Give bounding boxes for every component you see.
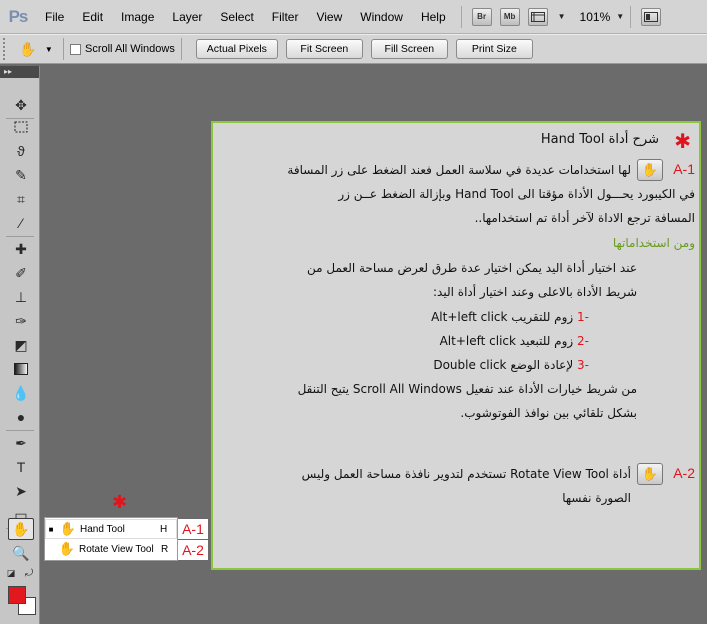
checkbox-box[interactable]	[70, 43, 81, 55]
menu-image[interactable]: Image	[112, 0, 163, 34]
foreground-color-swatch[interactable]	[8, 586, 26, 604]
star-marker-icon: ✱	[112, 492, 128, 512]
chevron-down-icon: ▼	[44, 44, 53, 54]
use-item-3: -3 لإعادة الوضع Double click	[433, 358, 589, 372]
tools-panel-header[interactable]: ▸▸	[0, 66, 39, 78]
chevron-down-icon[interactable]: ▼	[558, 12, 566, 21]
menu-separator	[630, 5, 632, 28]
menu-help[interactable]: Help	[412, 0, 455, 34]
options-separator	[63, 38, 64, 60]
hand-tool-icon: ✋	[637, 159, 663, 181]
flyout-item-rotate-view-tool[interactable]: ✋ Rotate View Tool R	[45, 539, 177, 559]
crop-tool-icon[interactable]: ⌗	[8, 188, 34, 210]
tag-a1: A-1	[673, 161, 695, 177]
scroll-line-1: من شريط خيارات الأداة عند تفعيل Scroll A…	[297, 382, 637, 396]
rotate-view-tool-icon: ✋	[637, 463, 663, 485]
a1-line-2: في الكيبورد يحـــول الأداة مؤقتا الى Han…	[338, 187, 695, 201]
a2-line-1: أداة Rotate View Tool تستخدم لتدوير نافذ…	[301, 467, 631, 481]
chevron-down-icon[interactable]: ▼	[616, 12, 624, 21]
menu-file[interactable]: File	[36, 0, 73, 34]
eraser-tool-icon[interactable]: ◩	[8, 334, 34, 356]
zoom-level[interactable]: 101%	[580, 10, 611, 24]
a1-line-3: المسافة ترجع الاداة لآخر أداة تم استخدام…	[474, 211, 695, 225]
options-bar: ✋ ▼ Scroll All Windows Actual Pixels Fit…	[0, 34, 707, 64]
hand-tool-flyout: ■ ✋ Hand Tool H ✋ Rotate View Tool R	[44, 517, 178, 561]
mini-bridge-button[interactable]: Mb	[499, 7, 520, 26]
a2-line-2: الصورة نفسها	[562, 491, 631, 505]
dodge-tool-icon[interactable]: ●	[8, 406, 34, 428]
explanation-panel: ✱ شرح أداة Hand Tool A-1 ✋ لها استخدامات…	[211, 121, 701, 570]
use-item-2: -2 زوم للتبعيد Alt+left click	[439, 334, 589, 348]
menu-view[interactable]: View	[307, 0, 351, 34]
menu-select[interactable]: Select	[211, 0, 262, 34]
tools-panel: ▸▸ ✥ ϑ ✎ ⌗ ⁄ ✚ ✐ ⊥ ✑ ◩ 💧 ● ✒ T ➤ ▭ ✋ 🔍 ◪…	[0, 66, 40, 624]
lasso-tool-icon[interactable]: ϑ	[8, 140, 34, 162]
eyedropper-tool-icon[interactable]: ⁄	[8, 212, 34, 234]
uses-intro-2: شريط الأداة بالاعلى وعند اختيار أداة الي…	[433, 285, 637, 299]
type-tool-icon[interactable]: T	[8, 456, 34, 478]
scroll-all-windows-checkbox[interactable]: Scroll All Windows	[70, 43, 175, 55]
print-size-button[interactable]: Print Size	[455, 39, 533, 59]
view-extras-icon[interactable]	[527, 7, 548, 26]
marquee-tool-icon[interactable]	[8, 116, 34, 138]
hand-icon: ✋	[59, 521, 77, 536]
rotate-hand-icon: ✋	[58, 541, 76, 556]
hand-icon: ✋	[19, 40, 37, 57]
options-separator	[180, 38, 182, 60]
bridge-button[interactable]: Br	[471, 7, 492, 26]
fit-screen-button[interactable]: Fit Screen	[285, 39, 363, 59]
pen-tool-icon[interactable]: ✒	[8, 432, 34, 454]
arrange-documents-icon[interactable]	[641, 7, 662, 26]
scroll-all-windows-label: Scroll All Windows	[85, 43, 175, 55]
zoom-tool-icon[interactable]: 🔍	[8, 542, 34, 564]
menu-window[interactable]: Window	[351, 0, 412, 34]
tool-preset-picker[interactable]: ✋ ▼	[15, 37, 57, 61]
fill-screen-button[interactable]: Fill Screen	[370, 39, 448, 59]
uses-heading: ومن استخداماتها	[612, 236, 695, 250]
photoshop-logo: Ps	[8, 6, 29, 26]
tag-a1: A-1	[178, 519, 208, 539]
move-tool-icon[interactable]: ✥	[8, 94, 34, 116]
brush-tool-icon[interactable]: ✐	[8, 262, 34, 284]
menu-layer[interactable]: Layer	[163, 0, 211, 34]
flyout-item-label: Hand Tool	[80, 523, 125, 535]
tool-separator	[6, 430, 34, 431]
gradient-tool-icon[interactable]	[8, 358, 34, 380]
tag-a2: A-2	[178, 540, 208, 560]
star-marker-icon: ✱	[674, 131, 691, 153]
actual-pixels-button[interactable]: Actual Pixels	[195, 39, 278, 59]
healing-brush-tool-icon[interactable]: ✚	[8, 238, 34, 260]
blur-tool-icon[interactable]: 💧	[8, 382, 34, 404]
grip-handle[interactable]	[3, 38, 9, 60]
clone-stamp-tool-icon[interactable]: ⊥	[8, 286, 34, 308]
flyout-item-label: Rotate View Tool	[79, 543, 154, 555]
use-item-1: -1 زوم للتقريب Alt+left click	[431, 310, 589, 324]
path-selection-tool-icon[interactable]: ➤	[8, 480, 34, 502]
flyout-item-hand-tool[interactable]: ■ ✋ Hand Tool H	[45, 519, 177, 539]
menu-filter[interactable]: Filter	[263, 0, 308, 34]
hand-tool-icon[interactable]: ✋	[8, 518, 34, 540]
scroll-line-2: بشكل تلقائي بين نوافذ الفوتوشوب.	[460, 406, 637, 420]
tag-a2: A-2	[673, 465, 695, 481]
quick-selection-tool-icon[interactable]: ✎	[8, 164, 34, 186]
selected-bullet-icon: ■	[48, 524, 54, 534]
panel-title: شرح أداة Hand Tool	[540, 132, 659, 147]
flyout-item-shortcut: H	[160, 523, 168, 535]
flyout-item-shortcut: R	[161, 543, 169, 555]
menu-bar: Ps File Edit Image Layer Select Filter V…	[0, 0, 707, 34]
menu-separator	[460, 5, 462, 28]
default-colors-icon[interactable]: ◪	[4, 566, 18, 580]
a1-line-1: لها استخدامات عديدة في سلاسة العمل فعند …	[287, 163, 631, 177]
swap-colors-icon[interactable]: ⤾	[22, 566, 36, 580]
uses-intro-1: عند اختيار أداة اليد يمكن اختيار عدة طرق…	[307, 261, 637, 275]
menu-edit[interactable]: Edit	[73, 0, 112, 34]
history-brush-tool-icon[interactable]: ✑	[8, 310, 34, 332]
tool-separator	[6, 236, 34, 237]
